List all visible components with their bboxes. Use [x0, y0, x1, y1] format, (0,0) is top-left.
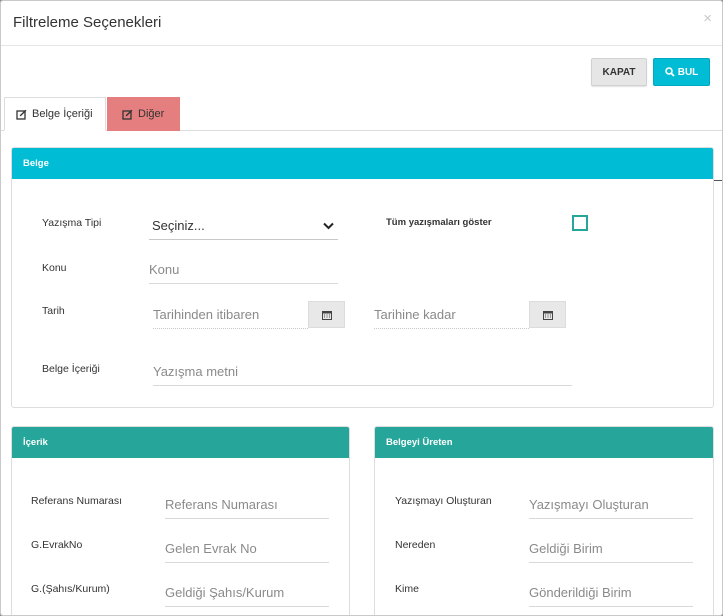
- search-icon: [664, 67, 675, 77]
- tab-diger[interactable]: Diğer: [107, 97, 180, 131]
- modal-title: Filtreleme Seçenekleri: [13, 14, 162, 31]
- belge-icerigi-label: Belge İçeriği: [42, 363, 100, 375]
- tab-label: Diğer: [138, 108, 165, 120]
- olusturan-label: Yazışmayı Oluşturan: [395, 495, 492, 507]
- tarih-to-calendar-button[interactable]: [529, 301, 566, 328]
- edit-square-icon: [122, 109, 133, 120]
- chevron-down-icon: [323, 222, 334, 229]
- edit-square-icon: [16, 109, 27, 120]
- olusturan-input[interactable]: [529, 491, 693, 519]
- filter-modal: Filtreleme Seçenekleri × KAPAT BUL Belge…: [0, 0, 723, 616]
- nereden-label: Nereden: [395, 539, 436, 551]
- tab-label: Belge İçeriği: [32, 108, 93, 120]
- tarih-from-input[interactable]: [153, 301, 308, 329]
- konu-label: Konu: [42, 262, 67, 274]
- close-icon[interactable]: ×: [703, 10, 712, 27]
- belge-icerigi-input[interactable]: [153, 358, 572, 386]
- kime-input[interactable]: [529, 579, 693, 607]
- tarih-to-input[interactable]: [374, 301, 529, 329]
- calendar-icon: [321, 310, 332, 320]
- belge-panel-title: Belge: [12, 148, 713, 179]
- divider: [714, 180, 722, 181]
- tarih-label: Tarih: [42, 305, 65, 317]
- referans-input[interactable]: [165, 491, 329, 519]
- evrak-no-label: G.EvrakNo: [31, 539, 83, 551]
- yazisma-tipi-selected: Seçiniz...: [152, 218, 205, 233]
- referans-label: Referans Numarası: [31, 495, 123, 507]
- find-button-label: BUL: [677, 66, 699, 78]
- tab-belge-icerigi[interactable]: Belge İçeriği: [4, 97, 106, 131]
- konu-input[interactable]: [149, 256, 338, 284]
- yazisma-tipi-label: Yazışma Tipi: [42, 217, 102, 229]
- calendar-icon: [542, 310, 553, 320]
- yazisma-tipi-select[interactable]: Seçiniz...: [149, 212, 338, 240]
- find-button[interactable]: BUL: [653, 58, 710, 86]
- close-button-label: KAPAT: [602, 66, 636, 78]
- modal-header: Filtreleme Seçenekleri ×: [1, 1, 722, 46]
- belgeyi-ureten-panel-title: Belgeyi Üreten: [375, 427, 713, 458]
- icerik-panel-title: İçerik: [12, 427, 349, 458]
- tarih-from-calendar-button[interactable]: [308, 301, 345, 328]
- evrak-no-input[interactable]: [165, 535, 329, 563]
- close-button[interactable]: KAPAT: [591, 58, 647, 86]
- tum-yazismalar-checkbox[interactable]: [572, 215, 588, 231]
- tab-bar: Belge İçeriği Diğer: [1, 97, 722, 131]
- tum-yazismalar-label: Tüm yazışmaları göster: [386, 217, 492, 228]
- nereden-input[interactable]: [529, 535, 693, 563]
- sahis-kurum-label: G.(Şahıs/Kurum): [31, 583, 110, 595]
- sahis-kurum-input[interactable]: [165, 579, 329, 607]
- kime-label: Kime: [395, 583, 419, 595]
